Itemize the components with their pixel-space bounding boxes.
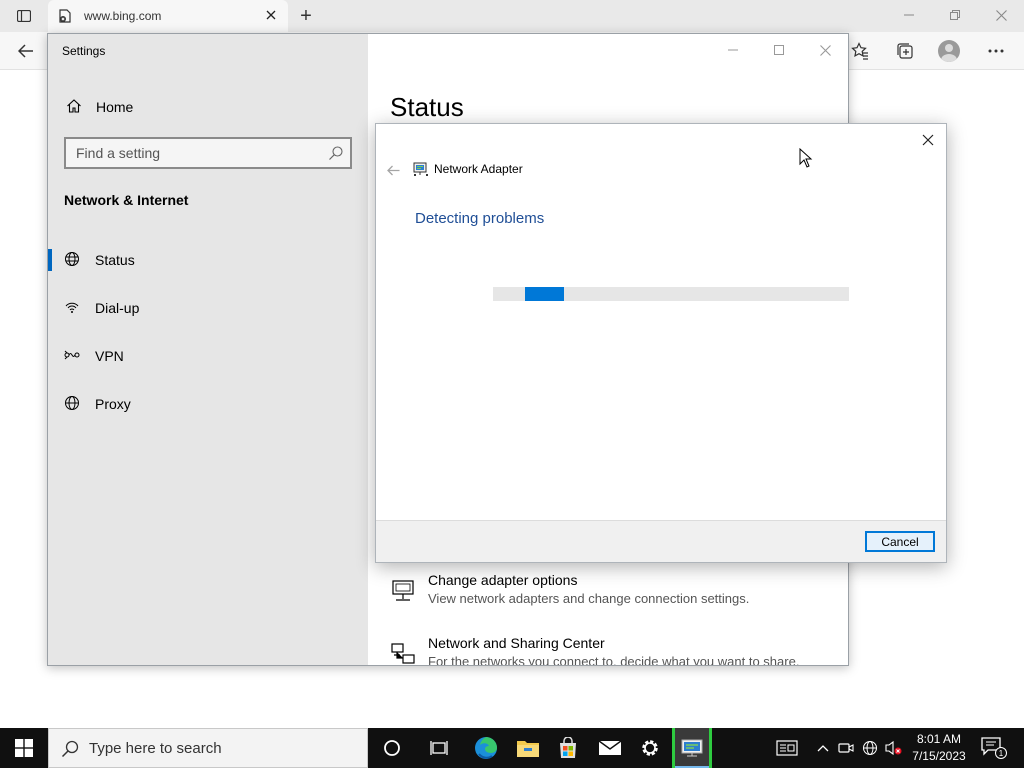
cortana-icon[interactable] — [372, 728, 412, 768]
cancel-button[interactable]: Cancel — [865, 531, 935, 552]
sidebar-item-label: Status — [95, 252, 135, 268]
more-options-icon[interactable] — [984, 39, 1008, 63]
close-browser-icon[interactable] — [978, 0, 1024, 30]
minimize-settings-icon[interactable] — [710, 38, 756, 62]
browser-tab[interactable]: www.bing.com — [48, 0, 288, 32]
network-adapter-icon — [413, 161, 429, 177]
task-view-icon[interactable] — [420, 728, 460, 768]
home-label: Home — [96, 99, 134, 115]
dialog-footer: Cancel — [376, 520, 946, 562]
news-widget-icon[interactable] — [776, 738, 798, 758]
link-subtitle: View network adapters and change connect… — [428, 591, 750, 606]
vpn-icon — [64, 347, 80, 363]
sidebar-item-status[interactable]: Status — [48, 239, 368, 279]
restore-browser-icon[interactable] — [932, 0, 978, 30]
sidebar-item-dialup[interactable]: Dial-up — [48, 287, 368, 327]
globe-icon — [64, 395, 80, 411]
chevron-up-icon[interactable] — [813, 738, 833, 758]
browser-back-button[interactable] — [14, 39, 38, 63]
taskbar-search-input[interactable] — [89, 729, 359, 767]
meet-now-icon[interactable] — [836, 738, 856, 758]
tab-title: www.bing.com — [84, 9, 162, 23]
close-tab-icon[interactable] — [264, 8, 278, 22]
file-explorer-icon[interactable] — [508, 728, 548, 768]
taskbar-clock[interactable]: 8:01 AM 7/15/2023 — [905, 731, 973, 765]
progress-bar-fill — [525, 287, 564, 301]
clock-date: 7/15/2023 — [912, 749, 966, 763]
settings-sidebar: Settings Home Network & Internet Status — [48, 34, 368, 665]
mouse-cursor-icon — [799, 148, 813, 168]
search-icon — [328, 145, 344, 161]
mail-icon[interactable] — [590, 728, 630, 768]
favorites-icon[interactable] — [848, 39, 872, 63]
tab-actions-icon[interactable] — [10, 6, 38, 26]
dialog-app-title: Network Adapter — [434, 162, 523, 176]
sidebar-item-proxy[interactable]: Proxy — [48, 383, 368, 423]
settings-icon[interactable] — [630, 728, 670, 768]
sidebar-item-home[interactable]: Home — [48, 92, 368, 122]
home-icon — [66, 98, 82, 114]
collections-icon[interactable] — [893, 39, 917, 63]
adapter-icon — [390, 578, 416, 604]
taskbar: 8:01 AM 7/15/2023 1 — [0, 728, 1024, 768]
sidebar-item-vpn[interactable]: VPN — [48, 335, 368, 375]
action-center-icon[interactable]: 1 — [980, 736, 1007, 760]
new-tab-button[interactable]: + — [294, 4, 318, 28]
notification-count-badge: 1 — [995, 747, 1007, 759]
globe-status-icon — [64, 251, 80, 267]
sidebar-item-label: Dial-up — [95, 300, 140, 316]
minimize-browser-icon[interactable] — [886, 0, 932, 30]
page-title: Status — [390, 92, 464, 122]
change-adapter-options-link[interactable]: Change adapter options View network adap… — [390, 572, 830, 614]
windows-logo-icon — [15, 739, 33, 757]
link-title: Network and Sharing Center — [428, 635, 605, 651]
network-globe-icon[interactable] — [860, 738, 880, 758]
sidebar-item-label: VPN — [95, 348, 124, 364]
close-dialog-icon[interactable] — [916, 128, 940, 152]
profile-avatar[interactable] — [938, 40, 960, 62]
clock-time: 8:01 AM — [916, 732, 962, 746]
link-subtitle: For the networks you connect to, decide … — [428, 654, 800, 666]
taskbar-search-box[interactable] — [48, 728, 368, 768]
troubleshooter-icon[interactable] — [672, 728, 712, 768]
page-error-icon — [58, 9, 72, 23]
edge-icon[interactable] — [466, 728, 506, 768]
sidebar-item-label: Proxy — [95, 396, 131, 412]
browser-tabstrip: www.bing.com + — [0, 0, 1024, 32]
maximize-settings-icon[interactable] — [756, 38, 802, 62]
volume-muted-icon[interactable] — [884, 738, 904, 758]
progress-bar — [493, 287, 849, 301]
store-icon[interactable] — [548, 728, 588, 768]
start-button[interactable] — [0, 728, 48, 768]
dialog-back-icon[interactable] — [384, 161, 402, 179]
find-setting-box[interactable] — [64, 137, 352, 169]
search-icon — [61, 740, 79, 758]
network-sharing-center-link[interactable]: Network and Sharing Center For the netwo… — [390, 635, 830, 666]
section-title: Network & Internet — [64, 192, 189, 208]
close-settings-icon[interactable] — [802, 38, 848, 62]
sharing-center-icon — [390, 641, 416, 665]
troubleshooter-dialog: Network Adapter Detecting problems Cance… — [375, 123, 947, 563]
link-title: Change adapter options — [428, 572, 578, 588]
dialog-heading: Detecting problems — [415, 210, 545, 227]
settings-window-title: Settings — [62, 44, 106, 58]
find-setting-input[interactable] — [66, 139, 350, 167]
dialup-icon — [64, 299, 80, 315]
